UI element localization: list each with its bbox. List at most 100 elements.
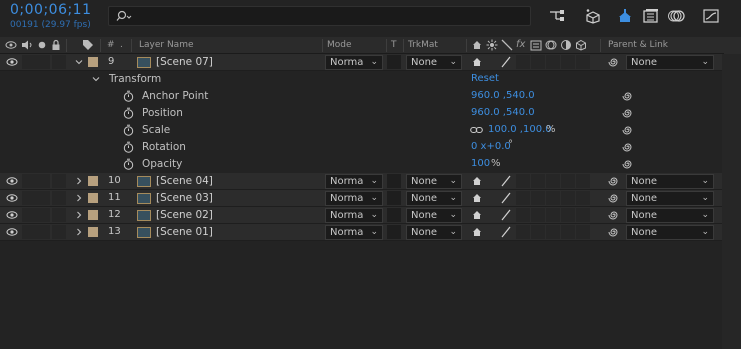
- pick-whip-icon[interactable]: [607, 209, 619, 221]
- effects-switch-icon[interactable]: fx: [516, 39, 525, 50]
- frame-blend-switch-icon[interactable]: [530, 39, 542, 51]
- lock-toggle[interactable]: [52, 208, 66, 222]
- lock-toggle[interactable]: [52, 225, 66, 239]
- audio-switch-icon[interactable]: [21, 40, 33, 50]
- effects-toggle[interactable]: [516, 174, 530, 188]
- pick-whip-icon[interactable]: [621, 107, 633, 119]
- eye-icon[interactable]: [6, 227, 18, 237]
- pick-whip-icon[interactable]: [607, 175, 619, 187]
- preserve-transparency-toggle[interactable]: [387, 208, 401, 222]
- chevron-down-icon[interactable]: [92, 75, 100, 83]
- chevron-right-icon[interactable]: [75, 211, 83, 219]
- 3d-toggle[interactable]: [576, 225, 590, 239]
- 3d-toggle[interactable]: [576, 55, 590, 69]
- transform-group-row[interactable]: Transform Reset: [0, 71, 722, 88]
- shy-switch-icon[interactable]: [471, 192, 483, 204]
- layer-name[interactable]: [Scene 01]: [156, 224, 213, 240]
- quality-switch-icon[interactable]: [500, 226, 512, 238]
- trkmat-dropdown[interactable]: None ⌄: [406, 55, 462, 70]
- graph-editor-icon[interactable]: [702, 8, 720, 24]
- column-trkmat[interactable]: TrkMat: [408, 40, 438, 50]
- adjustment-toggle[interactable]: [561, 55, 575, 69]
- eye-icon[interactable]: [6, 193, 18, 203]
- reset-link[interactable]: Reset: [471, 71, 499, 87]
- property-value[interactable]: 100.0 ,100.0: [488, 122, 552, 138]
- motion-blur-icon[interactable]: [668, 8, 686, 24]
- pick-whip-icon[interactable]: [607, 226, 619, 238]
- trkmat-dropdown[interactable]: None ⌄: [406, 225, 462, 240]
- effects-toggle[interactable]: [516, 191, 530, 205]
- solo-toggle[interactable]: [36, 174, 50, 188]
- 3d-layer-icon[interactable]: [575, 39, 587, 51]
- adjustment-toggle[interactable]: [561, 191, 575, 205]
- pick-whip-icon[interactable]: [621, 158, 633, 170]
- 3d-toggle[interactable]: [576, 191, 590, 205]
- property-value[interactable]: 960.0 ,540.0: [471, 105, 535, 121]
- collapse-switch-icon[interactable]: [486, 39, 498, 51]
- shy-switch-icon[interactable]: [471, 226, 483, 238]
- adjustment-toggle[interactable]: [561, 225, 575, 239]
- pick-whip-icon[interactable]: [621, 90, 633, 102]
- preserve-transparency-toggle[interactable]: [387, 174, 401, 188]
- column-parent-link[interactable]: Parent & Link: [608, 40, 668, 50]
- blend-mode-dropdown[interactable]: Norma ⌄: [325, 174, 383, 189]
- layer-name[interactable]: [Scene 04]: [156, 173, 213, 189]
- eye-icon[interactable]: [6, 176, 18, 186]
- stopwatch-icon[interactable]: [123, 158, 134, 170]
- shy-switch-icon[interactable]: [471, 175, 483, 187]
- frame-blending-icon[interactable]: [642, 8, 660, 24]
- layer-row[interactable]: 12 [Scene 02] Norma ⌄ None ⌄ None ⌄: [0, 207, 722, 224]
- pick-whip-icon[interactable]: [621, 141, 633, 153]
- layer-name[interactable]: [Scene 07]: [156, 54, 213, 70]
- pick-whip-icon[interactable]: [607, 192, 619, 204]
- frame-blend-toggle[interactable]: [531, 225, 545, 239]
- 3d-toggle[interactable]: [576, 208, 590, 222]
- lock-toggle[interactable]: [52, 55, 66, 69]
- trkmat-dropdown[interactable]: None ⌄: [406, 174, 462, 189]
- blend-mode-dropdown[interactable]: Norma ⌄: [325, 208, 383, 223]
- quality-switch-icon[interactable]: [500, 192, 512, 204]
- chevron-right-icon[interactable]: [75, 194, 83, 202]
- frame-blend-toggle[interactable]: [531, 208, 545, 222]
- motion-blur-switch-icon[interactable]: [545, 39, 557, 51]
- frame-blend-toggle[interactable]: [531, 55, 545, 69]
- motion-blur-toggle[interactable]: [546, 191, 560, 205]
- audio-toggle[interactable]: [22, 225, 36, 239]
- parent-dropdown[interactable]: None ⌄: [626, 55, 714, 70]
- audio-toggle[interactable]: [22, 208, 36, 222]
- motion-blur-toggle[interactable]: [546, 225, 560, 239]
- adjustment-toggle[interactable]: [561, 174, 575, 188]
- stopwatch-icon[interactable]: [123, 107, 134, 119]
- audio-toggle[interactable]: [22, 191, 36, 205]
- 3d-toggle[interactable]: [576, 174, 590, 188]
- shy-switch-icon[interactable]: [471, 56, 483, 68]
- label-color-swatch[interactable]: [88, 227, 98, 237]
- parent-dropdown[interactable]: None ⌄: [626, 191, 714, 206]
- column-t[interactable]: T: [391, 40, 397, 50]
- layer-row[interactable]: 10 [Scene 04] Norma ⌄ None ⌄ None ⌄: [0, 173, 722, 190]
- stopwatch-icon[interactable]: [123, 90, 134, 102]
- video-switch-icon[interactable]: [5, 40, 17, 50]
- vertical-scrollbar[interactable]: [722, 54, 741, 349]
- pick-whip-icon[interactable]: [607, 56, 619, 68]
- pick-whip-icon[interactable]: [621, 124, 633, 136]
- lock-toggle[interactable]: [52, 191, 66, 205]
- blend-mode-dropdown[interactable]: Norma ⌄: [325, 55, 383, 70]
- constrain-proportions-link-icon[interactable]: [470, 126, 483, 134]
- trkmat-dropdown[interactable]: None ⌄: [406, 208, 462, 223]
- parent-dropdown[interactable]: None ⌄: [626, 174, 714, 189]
- comp-flowchart-icon[interactable]: [548, 8, 566, 24]
- eye-icon[interactable]: [6, 210, 18, 220]
- chevron-right-icon[interactable]: [75, 228, 83, 236]
- draft-3d-icon[interactable]: [584, 8, 602, 24]
- effects-toggle[interactable]: [516, 208, 530, 222]
- layer-name[interactable]: [Scene 03]: [156, 190, 213, 206]
- eye-icon[interactable]: [6, 57, 18, 67]
- stopwatch-icon[interactable]: [123, 141, 134, 153]
- effects-toggle[interactable]: [516, 55, 530, 69]
- chevron-down-icon[interactable]: [75, 58, 83, 66]
- solo-toggle[interactable]: [36, 208, 50, 222]
- motion-blur-toggle[interactable]: [546, 208, 560, 222]
- layer-row[interactable]: 13 [Scene 01] Norma ⌄ None ⌄ None ⌄: [0, 224, 722, 241]
- label-color-swatch[interactable]: [88, 193, 98, 203]
